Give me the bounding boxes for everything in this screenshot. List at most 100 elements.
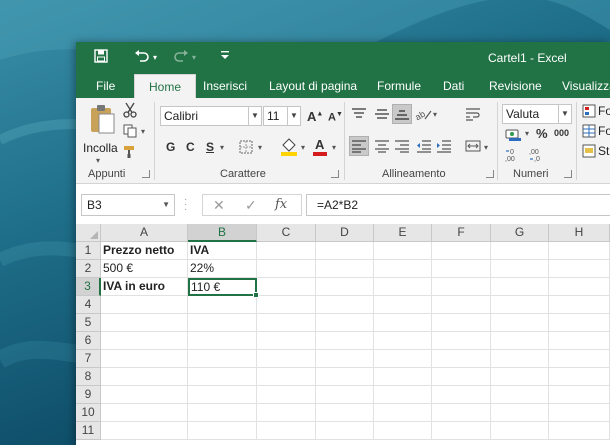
cell-h3[interactable] bbox=[549, 278, 610, 296]
align-center-icon[interactable] bbox=[372, 136, 392, 156]
cell-b4[interactable] bbox=[188, 296, 257, 314]
cell-c8[interactable] bbox=[257, 368, 316, 386]
conditional-formatting-icon[interactable] bbox=[582, 104, 596, 118]
enter-icon[interactable]: ✓ bbox=[245, 197, 257, 214]
cell-d10[interactable] bbox=[316, 404, 374, 422]
cell-f8[interactable] bbox=[432, 368, 491, 386]
cell-c11[interactable] bbox=[257, 422, 316, 440]
cell-h11[interactable] bbox=[549, 422, 610, 440]
cell-a4[interactable] bbox=[101, 296, 188, 314]
cell-e10[interactable] bbox=[374, 404, 432, 422]
cell-h5[interactable] bbox=[549, 314, 610, 332]
cell-f2[interactable] bbox=[432, 260, 491, 278]
cell-h2[interactable] bbox=[549, 260, 610, 278]
increase-decimal-icon[interactable]: 0,00 bbox=[504, 146, 526, 164]
cell-d8[interactable] bbox=[316, 368, 374, 386]
cell-e9[interactable] bbox=[374, 386, 432, 404]
cell-h6[interactable] bbox=[549, 332, 610, 350]
column-header-g[interactable]: G bbox=[491, 224, 549, 242]
merge-center-icon[interactable] bbox=[463, 136, 483, 156]
styles-label-cell[interactable]: St bbox=[598, 144, 609, 158]
column-header-f[interactable]: F bbox=[432, 224, 491, 242]
paste-icon[interactable] bbox=[86, 102, 118, 136]
cell-e8[interactable] bbox=[374, 368, 432, 386]
cell-g3[interactable] bbox=[491, 278, 549, 296]
row-header-1[interactable]: 1 bbox=[76, 242, 101, 260]
styles-label-conditional[interactable]: Fo bbox=[598, 104, 610, 118]
column-header-e[interactable]: E bbox=[374, 224, 432, 242]
undo-icon[interactable] bbox=[134, 49, 150, 67]
cell-d7[interactable] bbox=[316, 350, 374, 368]
cell-a3[interactable]: IVA in euro bbox=[101, 278, 188, 296]
cell-g8[interactable] bbox=[491, 368, 549, 386]
cell-styles-icon[interactable] bbox=[582, 144, 596, 158]
tab-formule[interactable]: Formule bbox=[375, 74, 423, 98]
format-as-table-icon[interactable] bbox=[582, 124, 596, 138]
tab-file[interactable]: File bbox=[94, 74, 117, 98]
font-size-select[interactable]: 11 ▼ bbox=[263, 106, 301, 126]
row-header-8[interactable]: 8 bbox=[76, 368, 101, 386]
font-color-dropdown-icon[interactable]: ▾ bbox=[332, 143, 336, 152]
cell-a9[interactable] bbox=[101, 386, 188, 404]
cell-f5[interactable] bbox=[432, 314, 491, 332]
font-color-icon[interactable]: A bbox=[312, 136, 328, 156]
tab-revisione[interactable]: Revisione bbox=[487, 74, 544, 98]
cell-d3[interactable] bbox=[316, 278, 374, 296]
tab-layout-di-pagina[interactable]: Layout di pagina bbox=[267, 74, 359, 98]
cut-icon[interactable] bbox=[122, 102, 138, 118]
cell-g4[interactable] bbox=[491, 296, 549, 314]
cell-d2[interactable] bbox=[316, 260, 374, 278]
cell-g2[interactable] bbox=[491, 260, 549, 278]
copy-icon[interactable] bbox=[122, 123, 138, 139]
cell-g9[interactable] bbox=[491, 386, 549, 404]
row-header-5[interactable]: 5 bbox=[76, 314, 101, 332]
cell-e1[interactable] bbox=[374, 242, 432, 260]
cell-d5[interactable] bbox=[316, 314, 374, 332]
cell-b2[interactable]: 22% bbox=[188, 260, 257, 278]
cell-h8[interactable] bbox=[549, 368, 610, 386]
row-header-9[interactable]: 9 bbox=[76, 386, 101, 404]
name-box[interactable]: B3 ▼ bbox=[81, 194, 175, 216]
number-launcher-icon[interactable] bbox=[564, 170, 572, 178]
cancel-icon[interactable]: ✕ bbox=[213, 197, 225, 214]
row-header-7[interactable]: 7 bbox=[76, 350, 101, 368]
cell-e4[interactable] bbox=[374, 296, 432, 314]
align-middle-icon[interactable] bbox=[372, 104, 392, 124]
fill-handle[interactable] bbox=[253, 292, 259, 298]
align-bottom-icon[interactable] bbox=[392, 104, 412, 124]
decrease-decimal-icon[interactable]: ,00,0 bbox=[528, 146, 550, 164]
cell-g6[interactable] bbox=[491, 332, 549, 350]
cell-f7[interactable] bbox=[432, 350, 491, 368]
clipboard-launcher-icon[interactable] bbox=[142, 170, 150, 178]
cell-d11[interactable] bbox=[316, 422, 374, 440]
customize-qat-icon[interactable] bbox=[220, 49, 230, 67]
accounting-format-icon[interactable] bbox=[504, 126, 524, 144]
column-header-c[interactable]: C bbox=[257, 224, 316, 242]
cell-b11[interactable] bbox=[188, 422, 257, 440]
cell-g7[interactable] bbox=[491, 350, 549, 368]
merge-dropdown-icon[interactable]: ▾ bbox=[484, 143, 488, 152]
cell-f4[interactable] bbox=[432, 296, 491, 314]
row-header-3[interactable]: 3 bbox=[76, 278, 101, 296]
cell-e11[interactable] bbox=[374, 422, 432, 440]
decrease-font-size-icon[interactable]: A▼ bbox=[328, 111, 343, 124]
cell-c10[interactable] bbox=[257, 404, 316, 422]
cell-f9[interactable] bbox=[432, 386, 491, 404]
cell-a1[interactable]: Prezzo netto bbox=[101, 242, 188, 260]
wrap-text-icon[interactable] bbox=[463, 104, 483, 124]
cell-a6[interactable] bbox=[101, 332, 188, 350]
italic-button[interactable]: C bbox=[186, 140, 195, 154]
format-painter-icon[interactable] bbox=[122, 144, 138, 160]
paste-label[interactable]: Incolla bbox=[83, 141, 118, 155]
cell-g1[interactable] bbox=[491, 242, 549, 260]
cell-g11[interactable] bbox=[491, 422, 549, 440]
cell-e7[interactable] bbox=[374, 350, 432, 368]
cell-c3[interactable] bbox=[257, 278, 316, 296]
cell-e3[interactable] bbox=[374, 278, 432, 296]
cell-h7[interactable] bbox=[549, 350, 610, 368]
select-all-button[interactable] bbox=[76, 224, 101, 242]
cell-a8[interactable] bbox=[101, 368, 188, 386]
cell-a11[interactable] bbox=[101, 422, 188, 440]
increase-font-size-icon[interactable]: A▲ bbox=[307, 109, 323, 124]
cell-b9[interactable] bbox=[188, 386, 257, 404]
